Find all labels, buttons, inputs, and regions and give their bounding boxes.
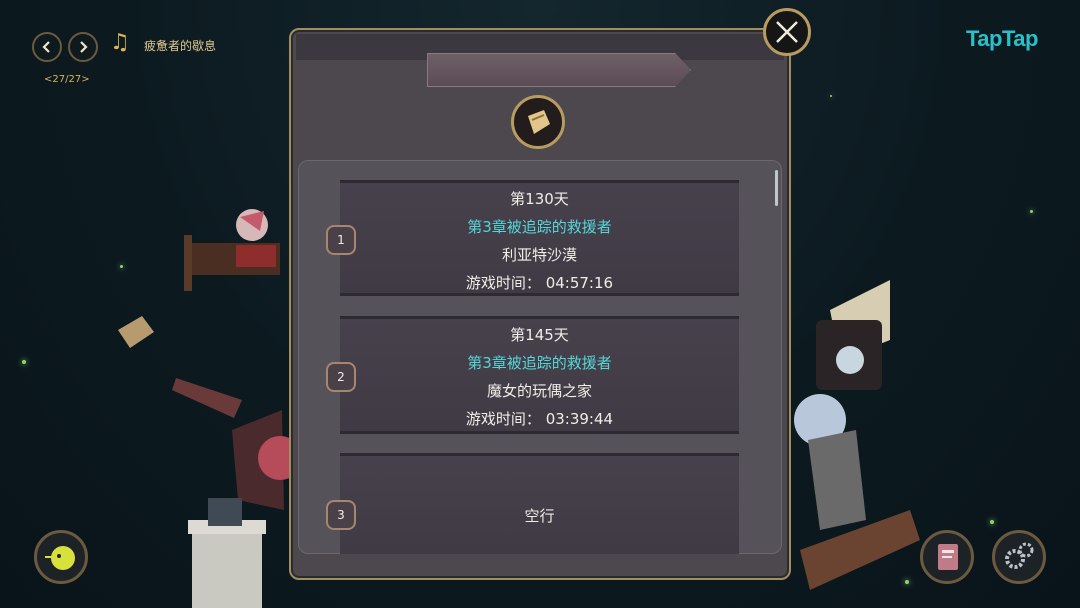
slot-location: 利亚特沙漠 (501, 246, 577, 264)
companion-button[interactable] (34, 530, 88, 584)
scrollbar[interactable] (775, 170, 778, 206)
slot-day: 第145天 (510, 326, 569, 344)
slot-playtime: 游戏时间： 04:57:16 (465, 274, 614, 292)
previous-track-button[interactable] (32, 32, 62, 62)
gear-icon (1005, 542, 1034, 569)
floating-book-prop (118, 316, 154, 348)
settings-button[interactable] (992, 530, 1046, 584)
firefly-particle (120, 265, 123, 268)
slot-location: 魔女的玩偶之家 (486, 382, 592, 400)
slot-playtime: 游戏时间： 03:39:44 (465, 410, 614, 428)
chevron-right-icon (80, 41, 88, 53)
scroll-paper-icon (528, 110, 550, 134)
save-emblem (511, 95, 565, 149)
save-slot-1[interactable]: 第130天 第3章被追踪的救援者 利亚特沙漠 游戏时间： 04:57:16 (340, 180, 739, 296)
slot-chapter: 第3章被追踪的救援者 (467, 354, 612, 372)
book-icon (938, 544, 958, 570)
journal-button[interactable] (920, 530, 974, 584)
save-slot-3[interactable]: 空行 (340, 453, 739, 554)
slot-number-badge: 3 (326, 500, 356, 530)
track-counter: <27/27> (44, 74, 90, 85)
slot-chapter: 第3章被追踪的救援者 (467, 218, 612, 236)
empty-slot-label: 空行 (524, 507, 555, 525)
next-track-button[interactable] (68, 32, 98, 62)
firefly-particle (990, 520, 994, 524)
slot-day: 第130天 (510, 190, 569, 208)
chevron-left-icon (42, 41, 50, 53)
slot-number-badge: 1 (326, 225, 356, 255)
yellow-creature-icon (45, 546, 75, 570)
slot-number-badge: 2 (326, 362, 356, 392)
track-title: 疲惫者的歇息 (144, 39, 217, 53)
panel-header-ribbon (427, 53, 691, 87)
firefly-particle (1030, 210, 1033, 213)
music-note-icon: ♫ (110, 30, 130, 55)
taptap-logo: TapTap (966, 26, 1038, 51)
firefly-particle (830, 95, 832, 97)
floating-bed-prop (184, 209, 280, 291)
close-button[interactable] (763, 8, 811, 56)
castle-tower-prop (188, 498, 266, 608)
girl-character-prop (794, 280, 920, 590)
save-slot-2[interactable]: 第145天 第3章被追踪的救援者 魔女的玩偶之家 游戏时间： 03:39:44 (340, 316, 739, 434)
firefly-particle (22, 360, 26, 364)
close-icon (776, 21, 798, 43)
